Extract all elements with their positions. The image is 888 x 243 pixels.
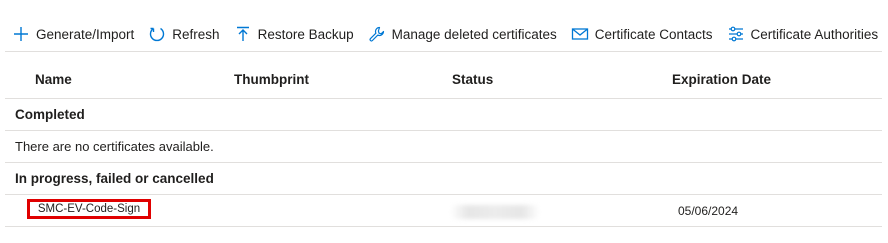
expiration-date-cell: 05/06/2024	[678, 204, 739, 218]
plus-icon	[12, 25, 30, 43]
certificate-contacts-label: Certificate Contacts	[594, 26, 713, 42]
group-title: Completed	[15, 107, 85, 122]
table-row[interactable]: SMC-EV-Code-Sign 05/06/2024	[5, 195, 882, 227]
refresh-button[interactable]: Refresh	[144, 19, 223, 49]
group-title: In progress, failed or cancelled	[15, 171, 214, 186]
certificate-authorities-label: Certificate Authorities	[750, 26, 879, 42]
certificate-name: SMC-EV-Code-Sign	[37, 203, 141, 215]
upload-arrow-icon	[234, 25, 252, 43]
refresh-icon	[148, 25, 166, 43]
certificates-page: Generate/Import Refresh Restore Backup M…	[0, 0, 888, 243]
generate-import-button[interactable]: Generate/Import	[0, 19, 138, 49]
manage-deleted-certificates-label: Manage deleted certificates	[391, 26, 557, 42]
group-header-in-progress[interactable]: In progress, failed or cancelled	[5, 163, 882, 195]
toolbar-divider	[5, 51, 882, 52]
restore-backup-button[interactable]: Restore Backup	[230, 19, 358, 49]
column-header-status[interactable]: Status	[452, 72, 493, 87]
empty-state-row: There are no certificates available.	[5, 131, 882, 163]
sliders-icon	[727, 25, 745, 43]
column-header-expiration-date[interactable]: Expiration Date	[672, 72, 771, 87]
status-redacted	[450, 205, 540, 219]
empty-state-message: There are no certificates available.	[15, 139, 214, 154]
certificate-name-link[interactable]: SMC-EV-Code-Sign	[27, 199, 151, 219]
command-bar: Generate/Import Refresh Restore Backup M…	[0, 18, 882, 50]
grid-header: Name Thumbprint Status Expiration Date	[5, 62, 882, 99]
column-header-name[interactable]: Name	[35, 72, 72, 87]
mail-icon	[571, 25, 589, 43]
certificate-authorities-button[interactable]: Certificate Authorities	[723, 19, 883, 49]
manage-deleted-certificates-button[interactable]: Manage deleted certificates	[364, 19, 561, 49]
certificates-grid: Name Thumbprint Status Expiration Date C…	[5, 62, 882, 227]
column-header-thumbprint[interactable]: Thumbprint	[234, 72, 309, 87]
refresh-label: Refresh	[172, 26, 220, 42]
generate-import-label: Generate/Import	[36, 26, 135, 42]
certificate-contacts-button[interactable]: Certificate Contacts	[567, 19, 717, 49]
wrench-icon	[368, 25, 386, 43]
group-header-completed[interactable]: Completed	[5, 99, 882, 131]
restore-backup-label: Restore Backup	[257, 26, 354, 42]
